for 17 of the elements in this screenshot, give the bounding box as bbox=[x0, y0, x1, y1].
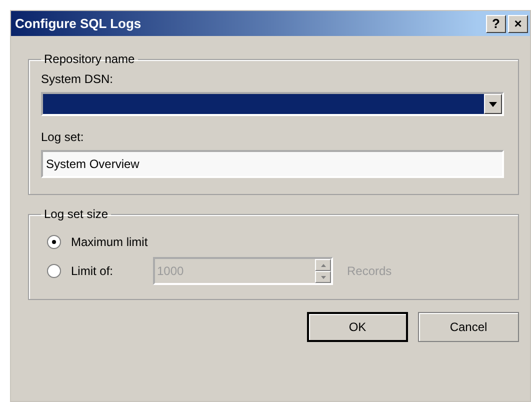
group-title: Log set size bbox=[43, 207, 110, 221]
radio-label: Limit of: bbox=[71, 264, 114, 278]
unit-label: Records bbox=[347, 264, 392, 278]
ok-button[interactable]: OK bbox=[307, 312, 408, 342]
dsn-dropdown[interactable] bbox=[41, 92, 504, 116]
radio-button[interactable] bbox=[47, 235, 61, 249]
log-set-field[interactable]: System Overview bbox=[41, 150, 504, 178]
close-button[interactable]: × bbox=[508, 14, 528, 32]
group-title: Repository name bbox=[43, 52, 136, 66]
cancel-button[interactable]: Cancel bbox=[418, 312, 519, 342]
help-button[interactable]: ? bbox=[486, 14, 506, 32]
radio-label: Maximum limit bbox=[71, 235, 148, 249]
field-label: System DSN: bbox=[41, 72, 114, 86]
field-label: Log set: bbox=[41, 130, 85, 144]
window-title: Configure SQL Logs bbox=[15, 16, 142, 31]
dropdown-arrow-icon bbox=[489, 102, 497, 106]
radio-button[interactable] bbox=[47, 264, 61, 278]
